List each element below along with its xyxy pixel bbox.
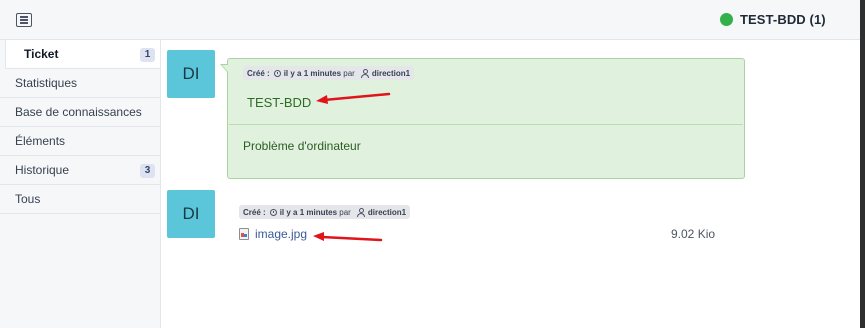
sidebar-item-ticket[interactable]: Ticket 1 (5, 40, 160, 69)
sidebar-item-elements[interactable]: Éléments (0, 127, 160, 156)
document-name[interactable]: image.jpg (255, 227, 307, 241)
top-bar: TEST-BDD (1) (0, 0, 865, 40)
created-user[interactable]: direction1 (372, 69, 410, 78)
avatar: DI (167, 50, 215, 98)
created-meta: Créé : il y a 1 minutes par direction1 (239, 205, 411, 219)
created-label: Créé : (247, 68, 270, 78)
created-by: par (343, 68, 355, 78)
sidebar-item-statistiques[interactable]: Statistiques (0, 69, 160, 98)
sidebar-item-tous[interactable]: Tous (0, 185, 160, 214)
clock-icon (269, 208, 277, 216)
created-label: Créé : (243, 207, 266, 217)
ticket-title: TEST-BDD (1) (740, 12, 826, 27)
created-time: il y a 1 minutes (279, 207, 338, 217)
created-time: il y a 1 minutes (283, 68, 342, 78)
count-badge: 3 (140, 164, 155, 178)
count-badge: 1 (140, 48, 155, 62)
sidebar-item-base-de-connaissances[interactable]: Base de connaissances (0, 98, 160, 127)
sidebar-item-label: Ticket (24, 47, 59, 61)
image-file-icon (239, 228, 249, 240)
sidebar-item-label: Base de connaissances (15, 105, 142, 119)
user-icon (360, 69, 369, 78)
document-size: 9.02 Kio (671, 227, 716, 241)
sidebar-item-historique[interactable]: Historique 3 (0, 156, 160, 185)
status-dot-icon (720, 13, 733, 26)
ticket-status: TEST-BDD (1) (720, 12, 826, 27)
sidebar: Ticket 1 Statistiques Base de connaissan… (0, 40, 161, 328)
divider (229, 124, 743, 125)
sidebar-item-label: Historique (15, 163, 70, 177)
followup-bubble: Créé : il y a 1 minutes par direction1 T… (220, 58, 745, 179)
created-user[interactable]: direction1 (368, 208, 406, 217)
annotation-arrow (313, 232, 383, 242)
menu-list-icon[interactable] (16, 13, 32, 27)
avatar: DI (167, 190, 215, 238)
followup-content: Problème d'ordinateur (243, 139, 361, 153)
created-meta: Créé : il y a 1 minutes par direction1 (243, 66, 415, 80)
document-link[interactable]: image.jpg (239, 227, 307, 241)
clock-icon (273, 69, 281, 77)
user-icon (356, 208, 365, 217)
sidebar-item-label: Éléments (15, 134, 66, 148)
bubble-arrow (222, 65, 229, 73)
sidebar-item-label: Statistiques (15, 76, 78, 90)
followup-title: TEST-BDD (247, 95, 312, 110)
sidebar-item-label: Tous (15, 192, 41, 206)
window-edge (860, 0, 865, 328)
created-by: par (339, 207, 351, 217)
